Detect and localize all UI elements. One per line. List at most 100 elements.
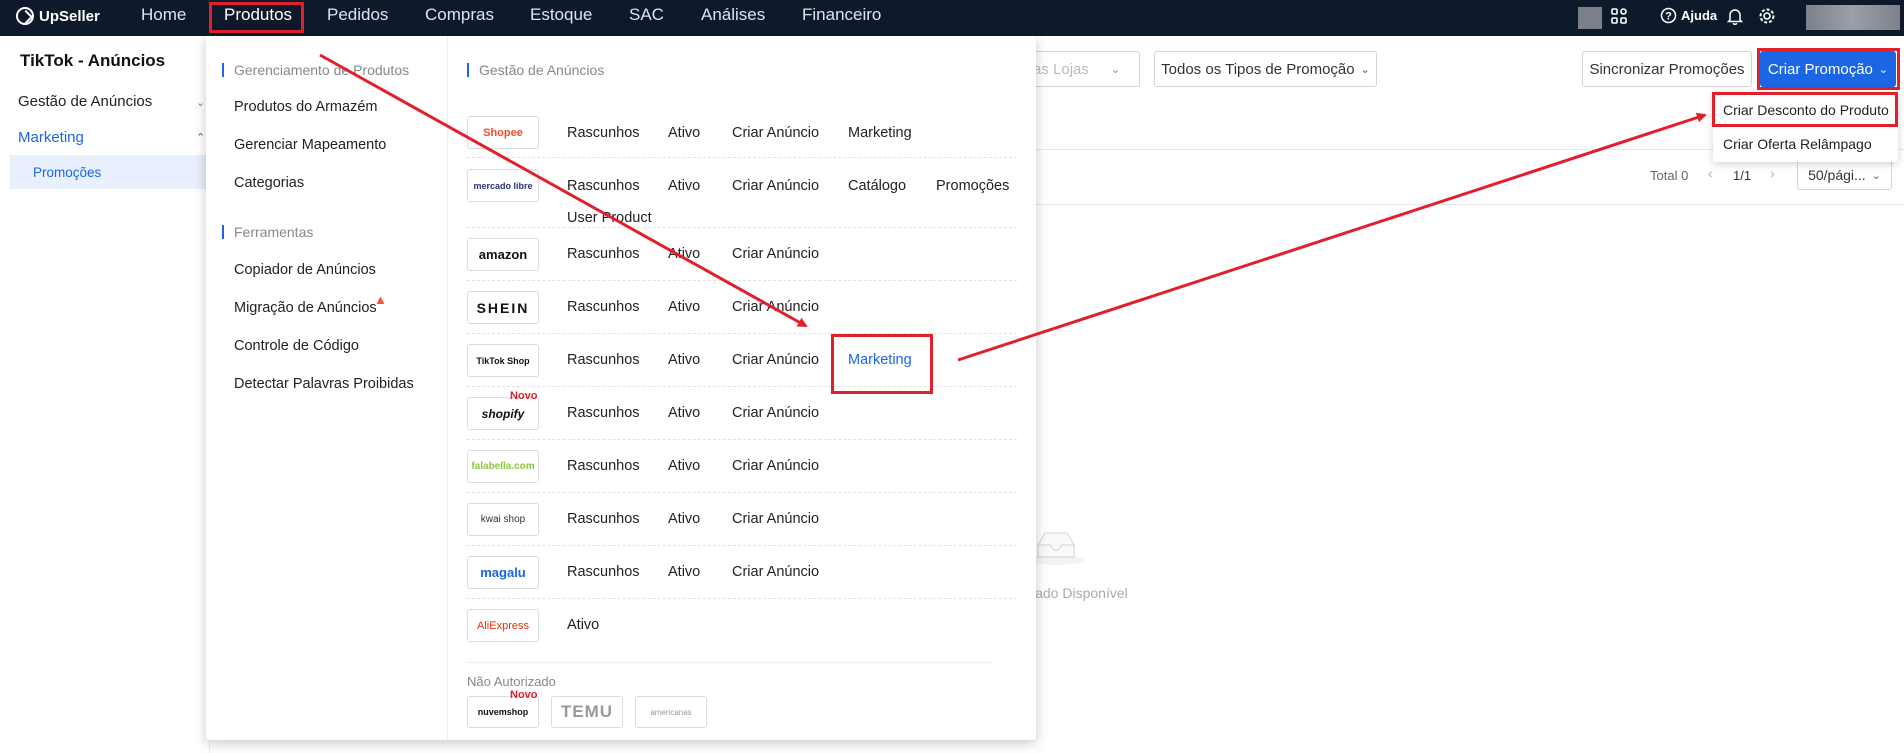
sidebar-title: TikTok - Anúncios	[20, 51, 166, 70]
mercado-promotions[interactable]: Promoções	[936, 178, 1009, 194]
amazon-drafts[interactable]: Rascunhos	[567, 246, 640, 262]
menu-manage-mapping[interactable]: Gerenciar Mapeamento	[234, 137, 386, 153]
row-separator	[467, 598, 1017, 599]
sidebar-item-promocoes[interactable]: Promoções	[33, 165, 101, 180]
mercado-libre-logo: mercado libre	[467, 169, 539, 202]
falabella-drafts[interactable]: Rascunhos	[567, 458, 640, 474]
aliexpress-active[interactable]: Ativo	[567, 617, 599, 633]
sidebar-item-marketing[interactable]: Marketing	[18, 129, 84, 146]
mercado-create[interactable]: Criar Anúncio	[732, 178, 819, 194]
prev-page-icon[interactable]: ‹	[1708, 165, 1713, 181]
sync-promotions-button[interactable]: Sincronizar Promoções	[1582, 51, 1752, 87]
shein-active[interactable]: Ativo	[668, 299, 700, 315]
shein-drafts[interactable]: Rascunhos	[567, 299, 640, 315]
amazon-logo: amazon	[467, 238, 539, 271]
americanas-logo[interactable]: americanas	[635, 696, 707, 728]
falabella-active[interactable]: Ativo	[668, 458, 700, 474]
avatar-placeholder[interactable]	[1578, 7, 1602, 29]
shein-create[interactable]: Criar Anúncio	[732, 299, 819, 315]
help-icon: ?	[1660, 7, 1677, 24]
amazon-create[interactable]: Criar Anúncio	[732, 246, 819, 262]
shopee-create[interactable]: Criar Anúncio	[732, 125, 819, 141]
help-link[interactable]: ? Ajuda	[1660, 7, 1717, 24]
falabella-create[interactable]: Criar Anúncio	[732, 458, 819, 474]
promo-type-label: Todos os Tipos de Promoção	[1161, 60, 1355, 78]
upseller-logo[interactable]: UpSeller	[16, 7, 100, 25]
tiktok-active[interactable]: Ativo	[668, 352, 700, 368]
account-name-blurred[interactable]	[1806, 5, 1900, 30]
magalu-create[interactable]: Criar Anúncio	[732, 564, 819, 580]
sidebar-item-gestao[interactable]: Gestão de Anúncios	[18, 93, 152, 110]
menu-categories[interactable]: Categorias	[234, 175, 304, 191]
nav-analises[interactable]: Análises	[701, 0, 765, 36]
shopify-create[interactable]: Criar Anúncio	[732, 405, 819, 421]
tiktok-drafts[interactable]: Rascunhos	[567, 352, 640, 368]
magalu-drafts[interactable]: Rascunhos	[567, 564, 640, 580]
menu-forbidden-words[interactable]: Detectar Palavras Proibidas	[234, 376, 414, 392]
menu-listing-migration[interactable]: Migração de Anúncios	[234, 300, 377, 316]
mercado-active[interactable]: Ativo	[668, 178, 700, 194]
row-separator	[467, 333, 1017, 334]
shopify-active[interactable]: Ativo	[668, 405, 700, 421]
menu-code-control[interactable]: Controle de Código	[234, 338, 359, 354]
new-badge: Novo	[510, 390, 538, 402]
per-page-select[interactable]: 50/pági... ⌄	[1797, 160, 1892, 190]
shopee-active[interactable]: Ativo	[668, 125, 700, 141]
aliexpress-logo: AliExpress	[467, 609, 539, 642]
tiktok-create[interactable]: Criar Anúncio	[732, 352, 819, 368]
mega-left-column: Gerenciamento de Produtos Produtos do Ar…	[206, 36, 448, 740]
mercado-user-product[interactable]: User Product	[567, 210, 652, 226]
nav-sac[interactable]: SAC	[629, 0, 664, 36]
shopee-marketing[interactable]: Marketing	[848, 125, 912, 141]
menu-listing-copier[interactable]: Copiador de Anúncios	[234, 262, 376, 278]
highlight-tiktok-marketing	[831, 334, 933, 394]
nav-financeiro[interactable]: Financeiro	[802, 0, 881, 36]
sidebar: TikTok - Anúncios Gestão de Anúncios ⌄ M…	[0, 36, 210, 753]
kwai-drafts[interactable]: Rascunhos	[567, 511, 640, 527]
help-label: Ajuda	[1681, 8, 1718, 23]
arrow-to-discount	[957, 112, 1707, 362]
gear-icon[interactable]	[1758, 7, 1776, 25]
empty-state-text: Dado Disponível	[1025, 585, 1128, 601]
row-separator	[467, 280, 1017, 281]
nav-home[interactable]: Home	[141, 0, 186, 36]
next-page-icon[interactable]: ›	[1770, 165, 1775, 181]
temu-logo[interactable]: TEMU	[551, 696, 623, 728]
kwai-create[interactable]: Criar Anúncio	[732, 511, 819, 527]
unauthorized-title: Não Autorizado	[467, 674, 556, 689]
chevron-down-icon: ⌄	[1110, 63, 1121, 76]
kwai-shop-logo: kwai shop	[467, 503, 539, 536]
chevron-up-icon: ⌃	[196, 132, 206, 144]
nav-pedidos[interactable]: Pedidos	[327, 0, 388, 36]
apps-grid-icon[interactable]	[1610, 7, 1628, 25]
chevron-down-icon: ⌄	[196, 97, 206, 109]
mercado-catalog[interactable]: Catálogo	[848, 178, 906, 194]
menu-warehouse-products[interactable]: Produtos do Armazém	[234, 99, 377, 115]
chevron-down-icon: ⌄	[1360, 63, 1370, 76]
row-separator	[467, 157, 1017, 158]
per-page-label: 50/pági...	[1808, 167, 1866, 183]
amazon-active[interactable]: Ativo	[668, 246, 700, 262]
row-separator	[467, 439, 1017, 440]
promo-type-filter[interactable]: Todos os Tipos de Promoção ⌄	[1154, 51, 1377, 87]
menu-create-flash-deal[interactable]: Criar Oferta Relâmpago	[1723, 136, 1872, 152]
section-listing-management: Gestão de Anúncios	[467, 63, 604, 77]
nav-compras[interactable]: Compras	[425, 0, 494, 36]
magalu-active[interactable]: Ativo	[668, 564, 700, 580]
new-badge: Novo	[510, 689, 538, 701]
tiktok-shop-logo: TikTok Shop	[467, 344, 539, 377]
nav-estoque[interactable]: Estoque	[530, 0, 592, 36]
brand-name: UpSeller	[39, 7, 100, 25]
chevron-down-icon: ⌄	[1871, 169, 1881, 182]
shein-logo: SHEIN	[467, 291, 539, 324]
shopee-drafts[interactable]: Rascunhos	[567, 125, 640, 141]
svg-text:?: ?	[1665, 11, 1672, 23]
row-separator	[467, 386, 1017, 387]
upseller-logo-icon	[16, 7, 34, 25]
magalu-logo: magalu	[467, 556, 539, 589]
bell-icon[interactable]	[1727, 7, 1743, 25]
mercado-drafts[interactable]: Rascunhos	[567, 178, 640, 194]
kwai-active[interactable]: Ativo	[668, 511, 700, 527]
divider	[1036, 204, 1904, 205]
shopify-drafts[interactable]: Rascunhos	[567, 405, 640, 421]
